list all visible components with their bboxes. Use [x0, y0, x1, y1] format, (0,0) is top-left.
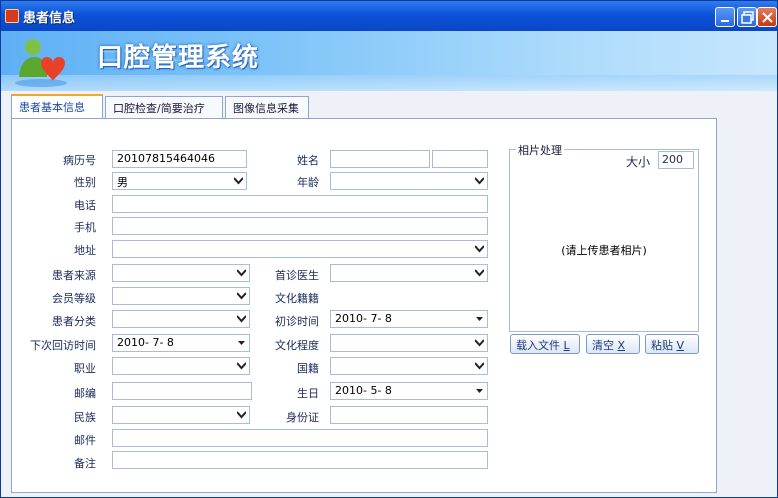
first-visit-label: 初诊时间 [275, 315, 319, 328]
app-icon [5, 9, 19, 23]
name-label: 姓名 [297, 154, 319, 167]
tab-basic-info[interactable]: 患者基本信息 [11, 94, 103, 119]
age-select[interactable] [330, 172, 488, 190]
education-label: 文化程度 [275, 339, 319, 352]
ethnicity-label: 民族 [74, 411, 96, 424]
chevron-down-icon [238, 341, 245, 345]
chevron-down-icon [476, 389, 483, 393]
chevron-down-icon [475, 177, 484, 185]
category-select[interactable] [112, 310, 250, 328]
birthday-picker[interactable]: 2010- 5- 8 [330, 382, 488, 400]
record-no-label: 病历号 [63, 154, 96, 167]
education-select[interactable] [330, 334, 488, 352]
id-card-field[interactable] [330, 406, 488, 424]
tab-image-capture[interactable]: 图像信息采集 [225, 96, 309, 118]
app-banner: 口腔管理系统 口腔管理系统 [1, 31, 777, 91]
restore-icon [741, 11, 754, 24]
nationality-select[interactable] [330, 357, 488, 375]
address-label: 地址 [74, 244, 96, 257]
gender-select[interactable]: 男 [112, 172, 247, 190]
birthday-value: 2010- 5- 8 [335, 384, 392, 397]
app-title-reflection: 口腔管理系统 [97, 47, 260, 62]
next-visit-picker[interactable]: 2010- 7- 8 [112, 334, 250, 352]
chevron-down-icon [475, 245, 484, 253]
member-level-select[interactable] [112, 287, 250, 305]
chevron-down-icon [475, 269, 484, 277]
phone-field[interactable] [112, 195, 488, 213]
nationality-label: 国籍 [297, 362, 319, 375]
remarks-field[interactable] [112, 451, 488, 469]
name-field-2[interactable] [432, 150, 488, 168]
clear-label: 清空 [592, 339, 614, 352]
basic-info-panel: 病历号 20107815464046 姓名 性别 男 年龄 电话 手机 地址 患… [11, 118, 717, 493]
phone-label: 电话 [74, 199, 96, 212]
birthday-label: 生日 [297, 387, 319, 400]
clear-key: X [617, 339, 626, 352]
banner-wave [1, 75, 777, 91]
chevron-down-icon [234, 177, 243, 185]
email-field[interactable] [112, 429, 488, 447]
chevron-down-icon [237, 362, 246, 370]
close-button[interactable] [757, 7, 777, 27]
id-card-label: 身份证 [286, 411, 319, 424]
logo-icon [15, 39, 67, 87]
chevron-down-icon [476, 317, 483, 321]
source-select[interactable] [112, 264, 250, 282]
hometown-field[interactable] [330, 284, 490, 300]
chevron-down-icon [237, 269, 246, 277]
occupation-label: 职业 [74, 362, 96, 375]
next-visit-value: 2010- 7- 8 [117, 336, 174, 349]
photo-size-label: 大小 [626, 155, 651, 169]
paste-key: V [676, 339, 685, 352]
gender-label: 性别 [74, 176, 96, 189]
postcode-label: 邮编 [74, 387, 96, 400]
paste-button[interactable]: 粘贴 V [645, 334, 699, 354]
load-file-key: L [563, 339, 570, 352]
name-field[interactable] [330, 150, 430, 168]
age-label: 年龄 [297, 176, 319, 189]
remarks-label: 备注 [74, 457, 96, 470]
chevron-down-icon [475, 362, 484, 370]
chevron-down-icon [237, 411, 246, 419]
tab-oral-exam[interactable]: 口腔检查/简要治疗 [105, 96, 223, 118]
mobile-label: 手机 [74, 221, 96, 234]
minimize-icon [721, 20, 729, 22]
record-no-field[interactable]: 20107815464046 [112, 150, 247, 168]
postcode-field[interactable] [112, 382, 252, 400]
paste-label: 粘贴 [651, 339, 673, 352]
photo-group-label: 相片处理 [516, 142, 564, 158]
clear-button[interactable]: 清空 X [586, 334, 640, 354]
next-visit-label: 下次回访时间 [30, 339, 96, 352]
photo-placeholder[interactable]: (请上传患者相片) [509, 242, 699, 258]
photo-size-field[interactable]: 200 [658, 151, 694, 169]
photo-group [509, 149, 699, 332]
maximize-button[interactable] [737, 7, 757, 27]
member-level-label: 会员等级 [52, 292, 96, 305]
ethnicity-select[interactable] [112, 406, 250, 424]
minimize-button[interactable] [715, 7, 735, 27]
title-bar: 患者信息 [1, 1, 777, 31]
category-label: 患者分类 [52, 315, 96, 328]
load-file-button[interactable]: 载入文件 L [510, 334, 580, 354]
gender-value: 男 [117, 176, 128, 189]
chevron-down-icon [237, 292, 246, 300]
occupation-select[interactable] [112, 357, 250, 375]
first-visit-picker[interactable]: 2010- 7- 8 [330, 310, 488, 328]
hometown-label: 文化籍籍 [275, 292, 319, 305]
first-doctor-select[interactable] [330, 264, 488, 282]
source-label: 患者来源 [52, 269, 96, 282]
load-file-label: 载入文件 [516, 339, 560, 352]
mobile-field[interactable] [112, 217, 488, 235]
first-doctor-label: 首诊医生 [275, 269, 319, 282]
first-visit-value: 2010- 7- 8 [335, 312, 392, 325]
address-select[interactable] [112, 240, 488, 258]
close-icon [762, 12, 773, 23]
window-title: 患者信息 [23, 11, 76, 26]
email-label: 邮件 [74, 434, 96, 447]
chevron-down-icon [475, 339, 484, 347]
chevron-down-icon [237, 315, 246, 323]
patient-info-window: 患者信息 口腔管理系统 口腔管理系统 患者基本信息 口腔检查/简要治疗 图像信息… [0, 0, 778, 498]
